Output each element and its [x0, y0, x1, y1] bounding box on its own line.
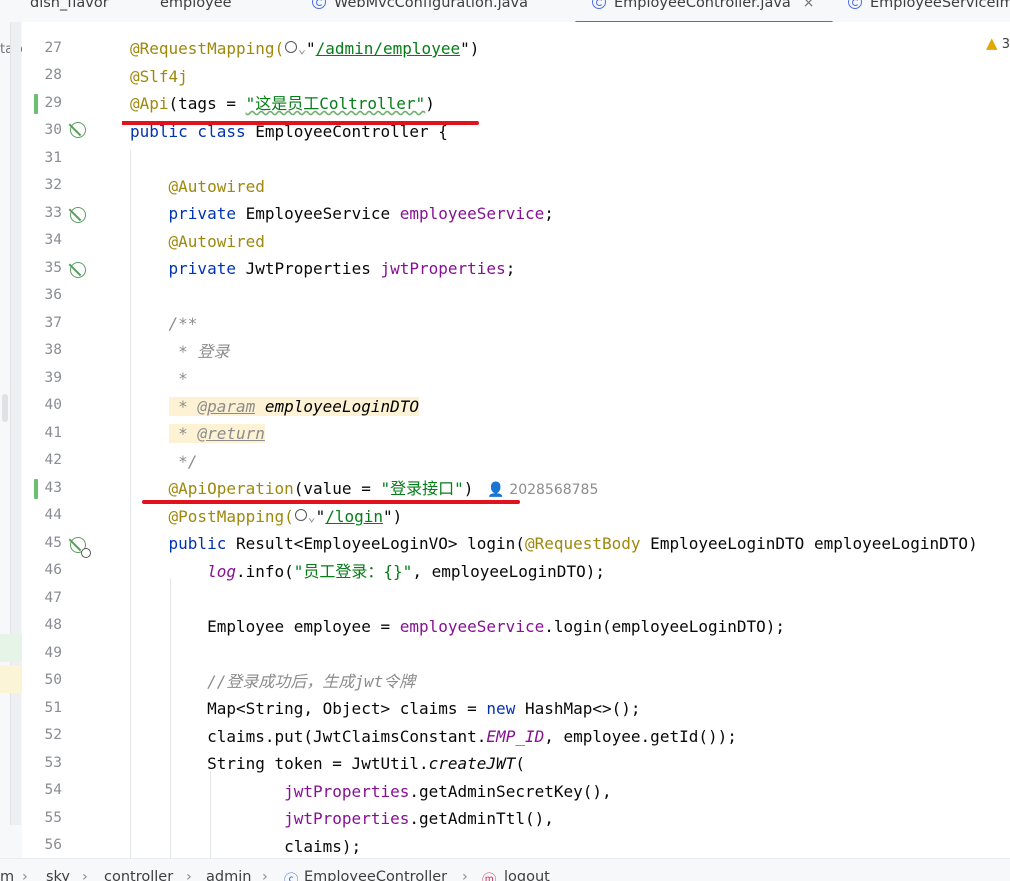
endpoint-navigation-icon[interactable]: [70, 537, 91, 558]
warnings-indicator[interactable]: ▲ 3: [986, 34, 1010, 52]
line-number: 56: [44, 837, 62, 853]
bean-navigation-icon[interactable]: [70, 122, 86, 138]
bean-navigation-icon[interactable]: [70, 262, 86, 278]
line-number: 54: [44, 782, 62, 798]
code-line-40: * @param employeeLoginDTO: [168, 397, 419, 416]
line-number: 46: [44, 562, 62, 578]
code-line-45: public Result<EmployeeLoginVO> login(@Re…: [168, 534, 978, 553]
breadcrumb-item[interactable]: admin: [206, 869, 251, 881]
breadcrumb-item[interactable]: EmployeeController: [304, 869, 447, 881]
chevron-right-icon: ›: [22, 869, 28, 881]
line-number: 35: [44, 260, 62, 276]
line-number: 52: [44, 727, 62, 743]
method-icon: ⓜ: [482, 873, 497, 881]
line-number: 38: [44, 342, 62, 358]
chevron-right-icon: ›: [262, 869, 268, 881]
scrollbar-thumb[interactable]: [2, 394, 8, 422]
line-number: 51: [44, 700, 62, 716]
line-number: 48: [44, 617, 62, 633]
line-number: 40: [44, 397, 62, 413]
line-number: 55: [44, 810, 62, 826]
line-number: 34: [44, 232, 62, 248]
bean-navigation-icon[interactable]: [70, 207, 86, 223]
code-line-54: jwtProperties.getAdminSecretKey(),: [284, 782, 612, 801]
code-editor[interactable]: @RequestMapping(⌄"/admin/employee") @Slf…: [122, 0, 1010, 858]
code-line-29: @Api(tags = "这是员工Coltroller"): [130, 94, 435, 113]
code-line-53: String token = JwtUtil.createJWT(: [207, 754, 525, 773]
line-number: 45: [44, 535, 62, 551]
code-line-46: log.info("员工登录：{}", employeeLoginDTO);: [207, 562, 605, 581]
line-number: 43: [44, 480, 62, 496]
line-number: 44: [44, 507, 62, 523]
class-icon: ⓒ: [284, 873, 299, 881]
line-number: 31: [44, 150, 62, 166]
code-line-44: @PostMapping(⌄"/login"): [130, 503, 403, 532]
code-line-28: @Slf4j: [130, 67, 188, 86]
line-number: 39: [44, 370, 62, 386]
code-line-39: *: [168, 369, 188, 388]
code-line-42: */: [168, 452, 198, 471]
vcs-modified-marker[interactable]: [34, 94, 38, 114]
code-line-37: /**: [168, 314, 198, 333]
globe-icon[interactable]: ⌄: [294, 504, 316, 532]
globe-icon[interactable]: ⌄: [284, 36, 306, 64]
vcs-modified-marker[interactable]: [34, 479, 38, 499]
code-line-48: Employee employee = employeeService.logi…: [207, 617, 786, 636]
vcs-change-marker: [0, 634, 22, 662]
chevron-right-icon: ›: [82, 869, 88, 881]
breadcrumb-item[interactable]: controller: [104, 869, 173, 881]
line-number: 29: [44, 95, 62, 111]
user-icon: 👤: [487, 482, 505, 498]
code-line-51: Map<String, Object> claims = new HashMap…: [207, 699, 641, 718]
tab-dish-flavor[interactable]: dish_flavor: [30, 0, 109, 20]
line-number: 53: [44, 755, 62, 771]
chevron-right-icon: ›: [462, 869, 468, 881]
line-number: 27: [44, 40, 62, 56]
code-line-35: private JwtProperties jwtProperties;: [168, 259, 516, 278]
line-number: 30: [44, 122, 62, 138]
scrollbar-track[interactable]: [10, 22, 21, 825]
breadcrumb-item[interactable]: logout: [504, 869, 550, 881]
code-line-56: claims);: [284, 837, 362, 856]
line-number: 32: [44, 177, 62, 193]
breadcrumb: m › sky › controller › admin › ⓒ Employe…: [0, 858, 1010, 881]
line-number: 49: [44, 645, 62, 661]
code-line-50: //登录成功后，生成jwt令牌: [207, 672, 416, 691]
line-number: 42: [44, 452, 62, 468]
code-line-33: private EmployeeService employeeService;: [168, 204, 554, 223]
line-number: 47: [44, 590, 62, 606]
line-number: 41: [44, 425, 62, 441]
red-underline-annotation: [142, 500, 520, 504]
red-underline-annotation: [122, 121, 479, 125]
editor-gutter: 27 28 29 30 31 32 33 34 35 36 37 38 39 4…: [22, 22, 122, 858]
breadcrumb-item[interactable]: sky: [46, 869, 70, 881]
code-line-43: @ApiOperation(value = "登录接口") 👤 202856878…: [168, 479, 599, 498]
code-line-55: jwtProperties.getAdminTtl(),: [284, 809, 554, 828]
code-line-52: claims.put(JwtClaimsConstant.EMP_ID, emp…: [207, 727, 737, 746]
project-panel-edge: take: [0, 22, 28, 858]
line-number: 33: [44, 205, 62, 221]
code-line-34: @Autowired: [168, 232, 265, 251]
code-line-32: @Autowired: [168, 177, 265, 196]
line-number: 50: [44, 672, 62, 688]
vcs-change-marker: [0, 665, 22, 693]
breadcrumb-item[interactable]: m: [0, 869, 14, 881]
warning-icon: ▲: [986, 34, 998, 52]
code-line-41: * @return: [168, 424, 265, 443]
line-number: 28: [44, 67, 62, 83]
code-line-27: @RequestMapping(⌄"/admin/employee"): [130, 35, 479, 63]
line-number: 36: [44, 287, 62, 303]
line-number: 37: [44, 315, 62, 331]
author-hint[interactable]: 👤 2028568785: [487, 482, 598, 498]
code-line-38: * 登录: [168, 342, 230, 361]
chevron-right-icon: ›: [186, 869, 192, 881]
